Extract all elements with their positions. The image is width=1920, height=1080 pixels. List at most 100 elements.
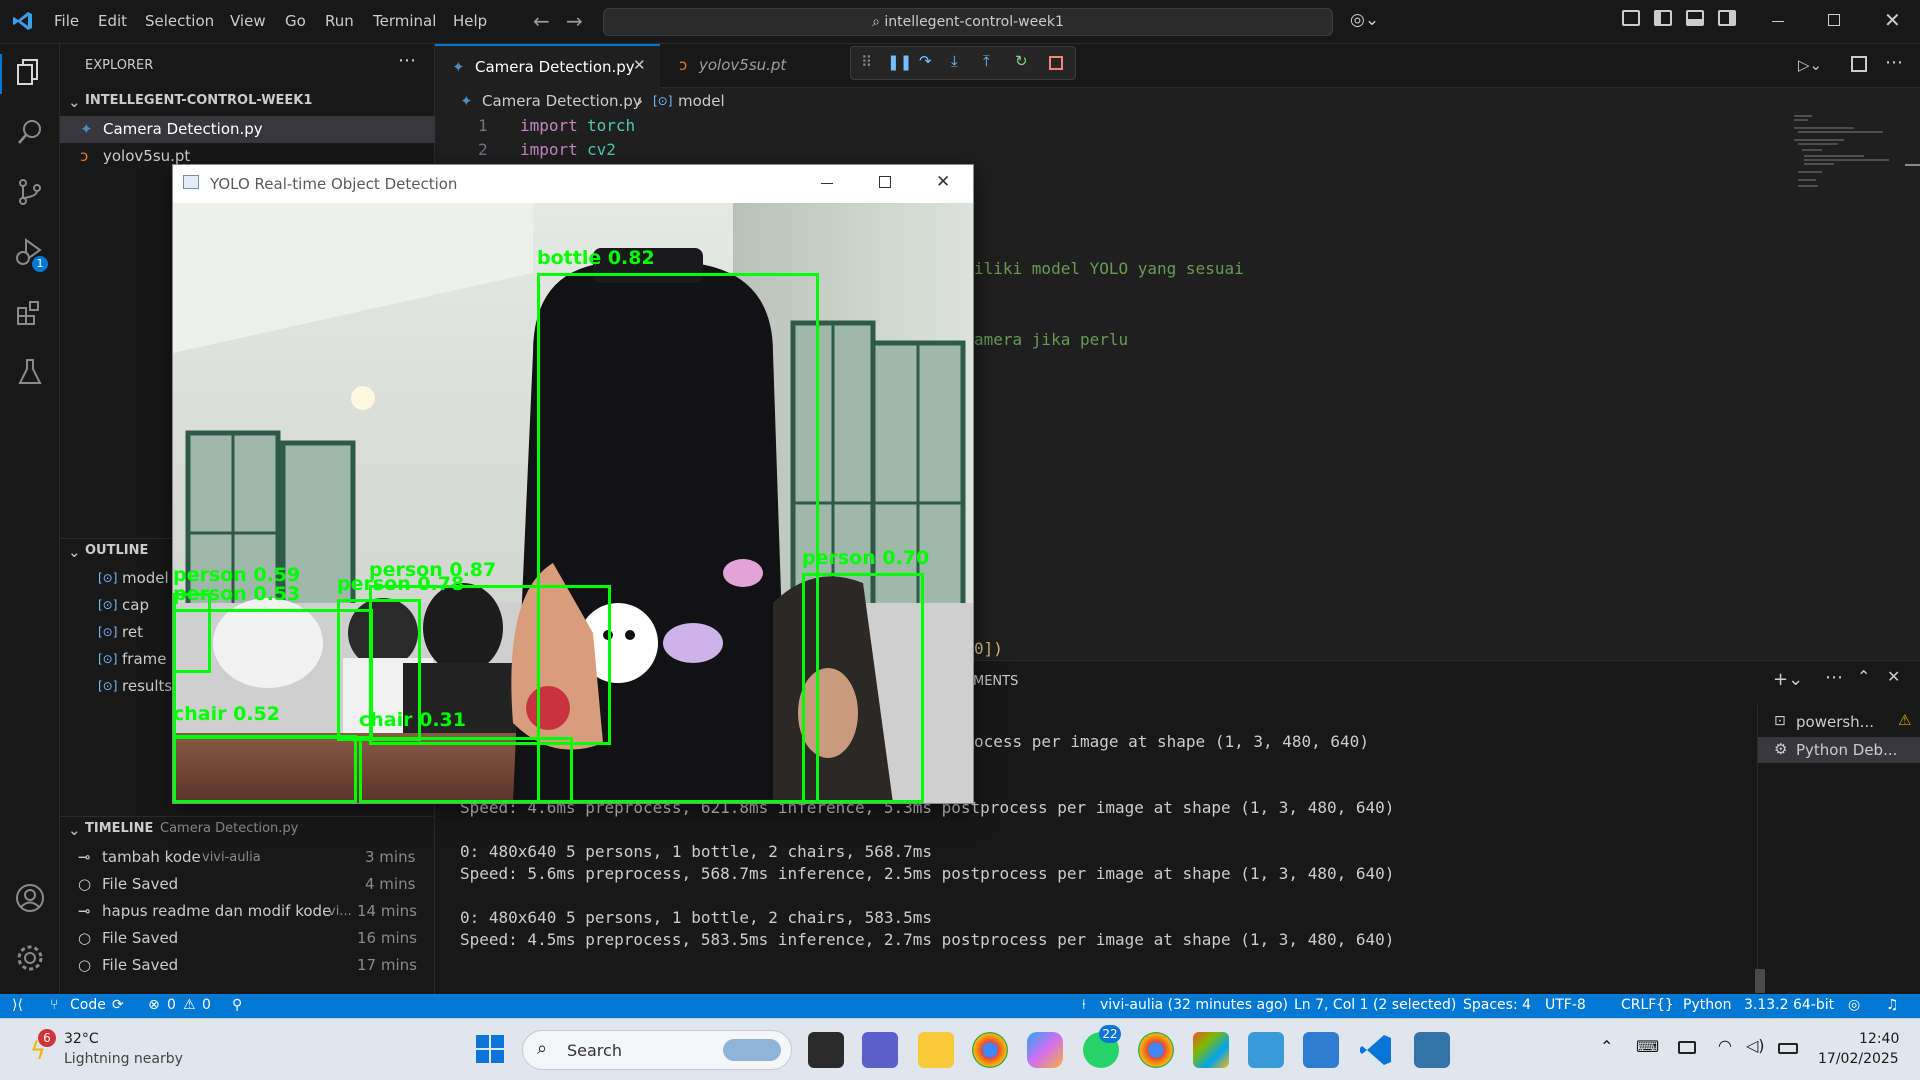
tab-yolov5su[interactable]: ↄ yolov5su.pt (661, 44, 831, 88)
file-explorer-icon[interactable] (918, 1032, 954, 1068)
testing-flask-icon[interactable] (14, 356, 46, 388)
code-line[interactable]: 2 import cv2 (435, 138, 1035, 162)
weather-widget[interactable]: ϟ 6 (28, 1029, 58, 1067)
more-actions-icon[interactable]: ⋯ (398, 50, 416, 71)
tab-camera-detection[interactable]: ✦ Camera Detection.py ✕ (435, 44, 660, 88)
source-control-icon[interactable] (14, 176, 46, 208)
app-icon[interactable] (1193, 1032, 1229, 1068)
minimize-icon[interactable] (1772, 21, 1784, 22)
volume-icon[interactable]: ◁) (1746, 1036, 1765, 1055)
wifi-icon[interactable]: ◠ (1718, 1036, 1732, 1055)
split-editor-icon[interactable] (1851, 56, 1867, 72)
cursor-position[interactable]: Ln 7, Col 1 (2 selected) (1294, 997, 1456, 1013)
display-icon[interactable] (1678, 1041, 1696, 1054)
clock-time[interactable]: 12:40 (1859, 1031, 1899, 1047)
warnings-icon[interactable]: ⚠ (183, 997, 196, 1013)
restart-icon[interactable]: ↻ (1015, 52, 1028, 70)
more-actions-icon[interactable]: ⋯ (1825, 667, 1843, 688)
language-mode[interactable]: Python (1683, 997, 1732, 1013)
new-terminal-icon[interactable]: +⌄ (1773, 669, 1803, 690)
terminal-item-python-debug[interactable]: ⚙ Python Deb... (1758, 737, 1920, 763)
timeline-item[interactable]: ○ File Saved 17 mins (60, 952, 435, 979)
code-line[interactable]: 1 import torch (435, 114, 1035, 138)
timeline-item[interactable]: ○ File Saved 4 mins (60, 871, 435, 898)
errors-icon[interactable]: ⊗ (148, 997, 160, 1013)
explorer-icon[interactable] (14, 56, 46, 88)
run-python-icon[interactable]: ▷⌄ (1798, 56, 1822, 74)
clock-date[interactable]: 17/02/2025 (1818, 1051, 1899, 1067)
toggle-sidebar-icon[interactable] (1654, 10, 1672, 26)
copilot-icon[interactable]: ◎⌄ (1350, 10, 1379, 30)
chevron-up-icon[interactable]: ⌃ (1600, 1037, 1613, 1056)
drag-handle-icon[interactable]: ⠿ (861, 53, 872, 71)
task-view-icon[interactable] (808, 1032, 844, 1068)
encoding[interactable]: UTF-8 (1545, 997, 1586, 1013)
pause-icon[interactable]: ❚❚ (887, 53, 912, 71)
branch-name[interactable]: Code (70, 997, 106, 1013)
menu-file[interactable]: File (54, 12, 79, 30)
close-icon[interactable]: ✕ (1884, 8, 1901, 32)
settings-gear-icon[interactable] (14, 942, 46, 974)
search-icon[interactable] (14, 116, 46, 148)
branch-icon[interactable]: ⑂ (50, 997, 58, 1013)
chrome-profile-icon[interactable] (1138, 1032, 1174, 1068)
keyboard-icon[interactable]: ⌨ (1636, 1037, 1659, 1056)
start-windows-icon[interactable] (474, 1033, 506, 1065)
minimize-icon[interactable] (821, 183, 833, 184)
taskbar-search[interactable]: ⌕ Search (522, 1030, 792, 1070)
extensions-icon[interactable] (14, 296, 46, 328)
breadcrumb-symbol[interactable]: model (678, 92, 725, 110)
menu-run[interactable]: Run (325, 12, 354, 30)
terminal-item-powershell[interactable]: ⊡ powersh... ⚠ (1758, 709, 1920, 735)
menu-go[interactable]: Go (285, 12, 306, 30)
battery-icon[interactable] (1778, 1043, 1798, 1054)
chrome-icon[interactable] (972, 1032, 1008, 1068)
maximize-icon[interactable] (879, 176, 891, 188)
menu-view[interactable]: View (230, 12, 266, 30)
paint-icon[interactable] (1248, 1032, 1284, 1068)
indentation[interactable]: Spaces: 4 (1463, 997, 1531, 1013)
teams-icon[interactable] (862, 1032, 898, 1068)
weather-description[interactable]: Lightning nearby (64, 1051, 183, 1067)
git-blame[interactable]: vivi-aulia (32 minutes ago) (1100, 997, 1288, 1013)
copilot-icon[interactable]: ◎ (1848, 997, 1860, 1013)
timeline-item[interactable]: ○ File Saved 16 mins (60, 925, 435, 952)
step-out-icon[interactable]: ⤒ (983, 52, 990, 70)
timeline-header[interactable]: ⌄ TIMELINE Camera Detection.py (60, 816, 435, 843)
tab-close-icon[interactable]: ✕ (633, 56, 646, 74)
timeline-item[interactable]: ⊸ hapus readme dan modif kode vi... 14 m… (60, 898, 435, 925)
step-over-icon[interactable]: ↷ (919, 52, 932, 70)
warning-count[interactable]: 0 (202, 997, 211, 1013)
toggle-panel-icon[interactable] (1686, 10, 1704, 26)
accounts-icon[interactable] (14, 882, 46, 914)
menu-selection[interactable]: Selection (145, 12, 214, 30)
stop-icon[interactable] (1049, 56, 1063, 70)
folder-header[interactable]: ⌄ INTELLEGENT-CONTROL-WEEK1 (60, 89, 435, 116)
notifications-bell-icon[interactable]: ♫ (1886, 997, 1899, 1013)
terminal-scrollbar[interactable] (1755, 969, 1765, 993)
remote-icon[interactable]: ⟩⟨ (12, 997, 23, 1013)
maximize-panel-icon[interactable]: ⌃ (1857, 667, 1870, 686)
forward-arrow-icon[interactable]: → (566, 9, 583, 33)
customize-layout-icon[interactable] (1622, 10, 1640, 26)
menu-help[interactable]: Help (453, 12, 487, 30)
vscode-taskbar-icon[interactable] (1358, 1032, 1394, 1068)
command-center-search[interactable]: ⌕ intellegent-control-week1 (603, 8, 1333, 36)
minimap[interactable] (1790, 113, 1902, 203)
back-arrow-icon[interactable]: ← (533, 9, 550, 33)
panel-tab-comments[interactable]: MENTS (973, 674, 1018, 689)
error-count[interactable]: 0 (167, 997, 176, 1013)
file-item[interactable]: ✦ Camera Detection.py (60, 116, 435, 143)
sync-icon[interactable]: ⟳ (112, 997, 124, 1013)
notepad-icon[interactable] (1303, 1032, 1339, 1068)
close-icon[interactable]: ✕ (936, 172, 950, 192)
yolo-detection-window[interactable]: YOLO Real-time Object Detection ✕ bottle… (172, 164, 974, 804)
toggle-secondary-sidebar-icon[interactable] (1718, 10, 1736, 26)
close-panel-icon[interactable]: ✕ (1887, 667, 1900, 686)
more-actions-icon[interactable]: ⋯ (1885, 52, 1903, 73)
copilot-app-icon[interactable] (1027, 1032, 1063, 1068)
menu-terminal[interactable]: Terminal (373, 12, 436, 30)
python-interpreter[interactable]: 3.13.2 64-bit (1744, 997, 1834, 1013)
timeline-item[interactable]: ⊸ tambah kode vivi-aulia 3 mins (60, 844, 435, 871)
end-of-line[interactable]: CRLF (1621, 997, 1656, 1013)
